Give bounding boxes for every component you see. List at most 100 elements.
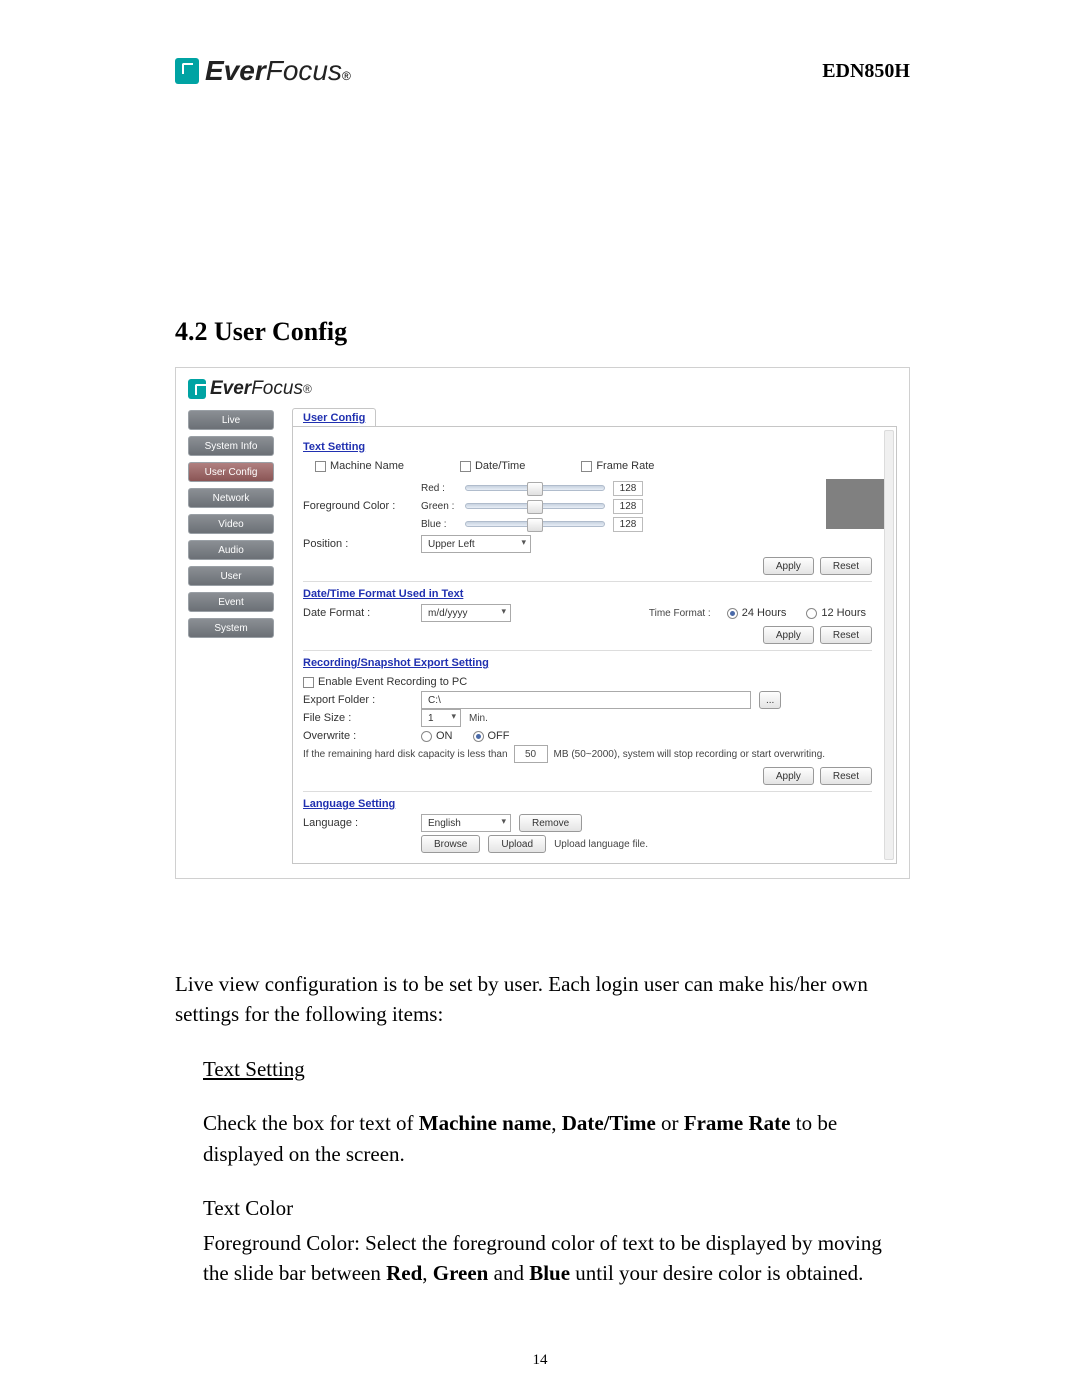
chk-date-time-label: Date/Time — [475, 460, 525, 472]
radio-overwrite-on[interactable]: ON — [421, 730, 453, 742]
language-value: English — [428, 818, 461, 829]
page-number: 14 — [0, 1352, 1080, 1369]
remaining-value: 50 — [525, 749, 536, 760]
sidebar-item-user[interactable]: User — [188, 566, 274, 586]
file-size-label: File Size : — [303, 712, 413, 724]
slider-green-value: 128 — [613, 499, 643, 514]
date-format-value: m/d/yyyy — [428, 608, 467, 619]
checkbox-icon — [581, 461, 592, 472]
chk-enable-recording-label: Enable Event Recording to PC — [318, 676, 467, 688]
radio-off-label: OFF — [488, 730, 510, 742]
chk-frame-rate[interactable]: Frame Rate — [581, 460, 654, 472]
export-folder-input[interactable]: C:\ — [421, 691, 751, 709]
chk-enable-recording[interactable]: Enable Event Recording to PC — [303, 676, 467, 688]
sidebar-item-system-info[interactable]: System Info — [188, 436, 274, 456]
reset-button[interactable]: Reset — [820, 626, 872, 644]
group-recording: Recording/Snapshot Export Setting — [303, 657, 886, 669]
checkbox-icon — [315, 461, 326, 472]
apply-button[interactable]: Apply — [763, 767, 814, 785]
brand-logo: Ever Focus ® — [175, 55, 351, 87]
export-folder-label: Export Folder : — [303, 694, 413, 706]
slider-red-value: 128 — [613, 481, 643, 496]
brand-focus: Focus — [266, 55, 342, 87]
position-value: Upper Left — [428, 539, 475, 550]
remove-button[interactable]: Remove — [519, 814, 582, 832]
group-language: Language Setting — [303, 798, 886, 810]
upload-hint: Upload language file. — [554, 839, 648, 850]
language-select[interactable]: English — [421, 814, 511, 832]
everfocus-icon — [175, 58, 199, 84]
slider-red[interactable] — [465, 485, 605, 491]
radio-overwrite-off[interactable]: OFF — [473, 730, 510, 742]
reset-button[interactable]: Reset — [820, 767, 872, 785]
settings-panel: Text Setting Machine Name Date/Time F — [292, 426, 897, 864]
overwrite-label: Overwrite : — [303, 730, 413, 742]
time-format-label: Time Format : — [649, 608, 711, 619]
document-header: Ever Focus ® EDN850H — [175, 55, 910, 87]
radio-on-label: ON — [436, 730, 453, 742]
model-label: EDN850H — [822, 60, 910, 83]
foreground-color-label-text: Foreground Color : — [303, 500, 413, 512]
slider-blue[interactable] — [465, 521, 605, 527]
brand-reg: ® — [342, 69, 351, 83]
shot-brand-reg: ® — [303, 382, 312, 396]
position-select[interactable]: Upper Left — [421, 535, 531, 553]
sidebar-item-live[interactable]: Live — [188, 410, 274, 430]
chk-machine-name[interactable]: Machine Name — [315, 460, 404, 472]
remaining-text-post: MB (50~2000), system will stop recording… — [554, 749, 826, 760]
shot-brand: Ever Focus ® — [188, 378, 897, 400]
tab-user-config[interactable]: User Config — [292, 408, 376, 427]
chk-date-time[interactable]: Date/Time — [460, 460, 525, 472]
slider-blue-value: 128 — [613, 517, 643, 532]
slider-red-label: Red : — [421, 483, 457, 494]
sidebar-item-audio[interactable]: Audio — [188, 540, 274, 560]
file-size-value: 1 — [428, 713, 434, 724]
scrollbar[interactable] — [884, 430, 894, 860]
apply-button[interactable]: Apply — [763, 557, 814, 575]
doc-paragraph-textcolor: Foreground Color: Select the foreground … — [203, 1228, 910, 1289]
radio-icon — [421, 731, 432, 742]
checkbox-icon — [460, 461, 471, 472]
position-label: Position : — [303, 538, 413, 550]
shot-brand-focus: Focus — [251, 378, 303, 400]
doc-heading-text-color: Text Color — [203, 1193, 910, 1223]
reset-button[interactable]: Reset — [820, 557, 872, 575]
apply-button[interactable]: Apply — [763, 626, 814, 644]
file-size-unit: Min. — [469, 713, 488, 724]
sidebar-nav: Live System Info User Config Network Vid… — [188, 408, 274, 864]
color-preview — [826, 479, 886, 529]
radio-12-label: 12 Hours — [821, 607, 866, 619]
slider-green[interactable] — [465, 503, 605, 509]
brand-ever: Ever — [205, 55, 266, 87]
browse-folder-button[interactable]: ... — [759, 691, 781, 709]
sidebar-item-user-config[interactable]: User Config — [188, 462, 274, 482]
radio-24-hours[interactable]: 24 Hours — [727, 607, 787, 619]
shot-brand-ever: Ever — [210, 378, 251, 400]
doc-paragraph-textsetting: Check the box for text of Machine name, … — [203, 1108, 910, 1169]
doc-paragraph-intro: Live view configuration is to be set by … — [175, 969, 910, 1030]
sidebar-item-system[interactable]: System — [188, 618, 274, 638]
sidebar-item-event[interactable]: Event — [188, 592, 274, 612]
radio-icon — [727, 608, 738, 619]
checkbox-icon — [303, 677, 314, 688]
radio-12-hours[interactable]: 12 Hours — [806, 607, 866, 619]
remaining-text-pre: If the remaining hard disk capacity is l… — [303, 749, 508, 760]
sidebar-item-network[interactable]: Network — [188, 488, 274, 508]
browse-button[interactable]: Browse — [421, 835, 480, 853]
date-format-select[interactable]: m/d/yyyy — [421, 604, 511, 622]
remaining-input[interactable]: 50 — [514, 745, 548, 763]
upload-button[interactable]: Upload — [488, 835, 546, 853]
chk-frame-rate-label: Frame Rate — [596, 460, 654, 472]
language-label: Language : — [303, 817, 413, 829]
file-size-select[interactable]: 1 — [421, 709, 461, 727]
slider-green-label: Green : — [421, 501, 457, 512]
export-folder-value: C:\ — [428, 695, 441, 706]
radio-icon — [806, 608, 817, 619]
section-heading: 4.2 User Config — [175, 317, 910, 347]
chk-machine-name-label: Machine Name — [330, 460, 404, 472]
sidebar-item-video[interactable]: Video — [188, 514, 274, 534]
document-body: Live view configuration is to be set by … — [175, 969, 910, 1289]
radio-icon — [473, 731, 484, 742]
date-format-label: Date Format : — [303, 607, 413, 619]
slider-blue-label: Blue : — [421, 519, 457, 530]
